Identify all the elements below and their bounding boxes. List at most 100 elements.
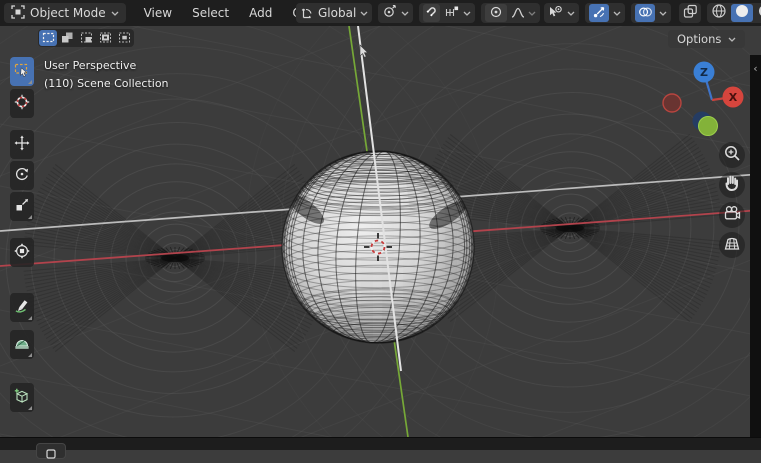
show-gizmos-toggle[interactable]: [589, 4, 609, 22]
select-mode-group: [38, 29, 134, 47]
object-mode-icon: [11, 5, 25, 22]
material-preview-icon: [757, 3, 761, 23]
orientation-dropdown[interactable]: Global: [296, 3, 372, 23]
orientation-label: Global: [318, 6, 356, 20]
tool-add-cube-button[interactable]: [10, 383, 34, 412]
mode-dropdown[interactable]: Object Mode: [4, 3, 126, 23]
select-mode-invert-button[interactable]: [96, 30, 114, 46]
object-visibility-icon: [548, 4, 563, 23]
show-gizmos-dropdown[interactable]: [585, 3, 625, 23]
tool-rotate-button[interactable]: [10, 161, 34, 190]
menu-add[interactable]: Add: [239, 0, 282, 26]
chevron-down-icon: [360, 11, 368, 16]
falloff-dropdown[interactable]: [511, 4, 536, 23]
xray-toggle-button[interactable]: [679, 3, 701, 23]
scale-icon: [14, 197, 30, 217]
viewport-header: Object Mode ViewSelectAddObject Global: [0, 0, 761, 26]
select-mode-invert-icon: [99, 29, 112, 48]
snap-magnet-icon: [424, 4, 439, 23]
select-mode-subtract-button[interactable]: [77, 30, 95, 46]
sidebar-toggle[interactable]: ‹: [750, 60, 761, 76]
show-overlays-toggle[interactable]: [635, 4, 655, 22]
chevron-down-icon: [728, 37, 736, 42]
editor-type-button[interactable]: [36, 443, 66, 459]
select-mode-extend-button[interactable]: [58, 30, 76, 46]
timeline-header-strip: [0, 437, 761, 450]
move-icon: [14, 135, 30, 155]
xray-toggle-icon: [683, 4, 698, 23]
chevron-down-icon: [111, 11, 119, 16]
show-overlays-dropdown[interactable]: [631, 3, 671, 23]
select-mode-intersect-icon: [118, 29, 131, 48]
snapping-group: [419, 3, 475, 23]
transform-icon: [14, 243, 30, 263]
chevron-down-icon: [401, 11, 409, 16]
pan-button[interactable]: [719, 172, 745, 198]
select-mode-intersect-button[interactable]: [115, 30, 133, 46]
shading-mode-group: [707, 3, 761, 23]
tool-cursor-button[interactable]: [10, 89, 34, 118]
options-dropdown[interactable]: Options: [668, 30, 745, 48]
tool-annotate-button[interactable]: [10, 293, 34, 322]
viewport-3d[interactable]: Options User Perspective (110) Scene Col…: [0, 26, 761, 437]
zoom-button[interactable]: [719, 142, 745, 168]
menu-select[interactable]: Select: [182, 0, 239, 26]
viewport-nav-buttons: [719, 142, 745, 258]
add-cube-icon: [14, 388, 30, 408]
editor-type-icon: [46, 444, 56, 458]
gizmo-z-label: Z: [700, 66, 708, 79]
viewport-canvas[interactable]: [0, 26, 761, 437]
chevron-down-icon: [659, 11, 667, 16]
chevron-down-icon: [463, 11, 471, 16]
tool-transform-button[interactable]: [10, 238, 34, 267]
navigation-gizmo[interactable]: Z X: [662, 55, 747, 140]
select-mode-set-icon: [42, 29, 55, 48]
measure-icon: [14, 335, 30, 355]
shading-wireframe-button[interactable]: [708, 4, 730, 22]
select-mode-extend-icon: [61, 29, 74, 48]
menu-view[interactable]: View: [134, 0, 182, 26]
falloff-curve-icon: [511, 4, 525, 23]
chevron-down-icon: [567, 11, 575, 16]
chevron-down-icon: [613, 11, 621, 16]
pan-icon: [721, 172, 743, 198]
pivot-dropdown[interactable]: [378, 3, 413, 23]
zoom-icon: [721, 142, 743, 168]
shading-solid-button[interactable]: [731, 4, 753, 22]
proportional-editing-group: [481, 3, 540, 23]
show-gizmos-icon: [592, 4, 606, 23]
mode-label: Object Mode: [30, 6, 106, 20]
shading-material-preview-button[interactable]: [754, 4, 761, 22]
tool-select-box-button[interactable]: [10, 57, 34, 86]
tool-scale-button[interactable]: [10, 192, 34, 221]
gizmo-x-label: X: [729, 91, 738, 104]
toggle-ortho-button[interactable]: [719, 232, 745, 258]
solid-shading-icon: [734, 3, 750, 23]
select-mode-subtract-icon: [80, 29, 93, 48]
snap-target-button[interactable]: [444, 4, 471, 23]
select-mode-set-button[interactable]: [39, 30, 57, 46]
cursor-icon: [14, 94, 30, 114]
toggle-ortho-icon: [721, 232, 743, 258]
tool-move-button[interactable]: [10, 130, 34, 159]
camera-view-button[interactable]: [719, 202, 745, 228]
camera-view-icon: [721, 202, 743, 228]
options-label: Options: [677, 32, 721, 46]
chevron-down-icon: [528, 11, 536, 16]
snap-increment-icon: [444, 4, 459, 23]
select-box-icon: [14, 62, 30, 82]
rotate-icon: [14, 166, 30, 186]
gizmo-y-ball[interactable]: [699, 117, 718, 136]
pivot-point-icon: [382, 4, 397, 23]
gizmo-x-neg-ball[interactable]: [663, 94, 681, 112]
wireframe-shading-icon: [711, 3, 727, 23]
sidebar-region: [750, 55, 761, 437]
annotate-icon: [14, 298, 30, 318]
orientation-global-icon: [300, 4, 314, 23]
object-visibility-dropdown[interactable]: [544, 3, 579, 23]
show-overlays-icon: [638, 4, 653, 23]
proportional-editing-icon: [489, 4, 503, 23]
tool-measure-button[interactable]: [10, 330, 34, 359]
proportional-toggle-button[interactable]: [485, 4, 507, 22]
snap-toggle-button[interactable]: [423, 4, 440, 22]
